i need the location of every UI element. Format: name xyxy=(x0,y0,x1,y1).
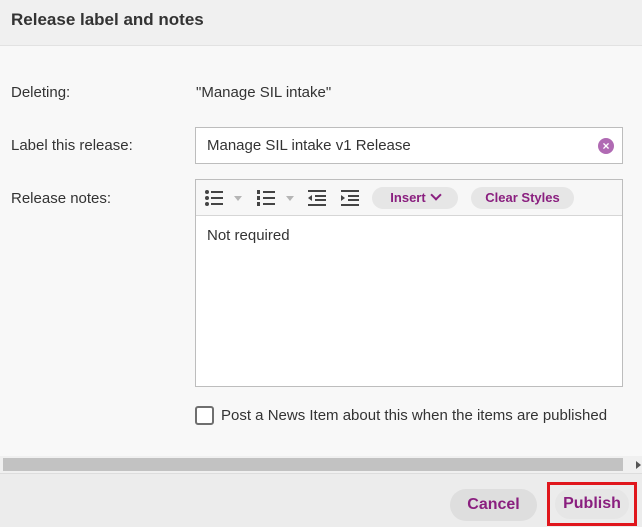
release-dialog: Release label and notes Deleting: "Manag… xyxy=(0,0,642,527)
bullet-list-dropdown-icon[interactable] xyxy=(234,196,242,201)
outdent-icon[interactable] xyxy=(307,189,327,207)
dialog-body: Deleting: "Manage SIL intake" Label this… xyxy=(0,46,642,456)
deleting-label: Deleting: xyxy=(11,84,71,101)
horizontal-scrollbar[interactable] xyxy=(0,456,642,473)
dialog-header: Release label and notes xyxy=(0,0,642,46)
insert-label: Insert xyxy=(390,190,426,205)
clear-styles-button[interactable]: Clear Styles xyxy=(471,187,574,209)
chevron-down-icon xyxy=(430,189,442,201)
clear-input-icon[interactable]: × xyxy=(598,138,614,154)
bullet-list-icon[interactable] xyxy=(204,189,224,207)
editor-content[interactable]: Not required xyxy=(207,227,290,244)
release-label-label: Label this release: xyxy=(11,137,133,154)
release-label-value: Manage SIL intake v1 Release xyxy=(207,137,411,154)
numbered-list-icon[interactable] xyxy=(256,189,276,207)
dialog-title: Release label and notes xyxy=(11,10,204,29)
editor-toolbar: Insert Clear Styles xyxy=(196,180,622,216)
numbered-list-dropdown-icon[interactable] xyxy=(286,196,294,201)
news-item-checkbox[interactable] xyxy=(195,406,214,425)
publish-highlight: Publish xyxy=(547,482,637,526)
release-notes-editor[interactable]: Insert Clear Styles Not required xyxy=(195,179,623,387)
scroll-right-icon[interactable] xyxy=(636,461,641,469)
release-notes-label: Release notes: xyxy=(11,190,112,207)
news-item-label[interactable]: Post a News Item about this when the ite… xyxy=(221,407,607,424)
insert-button[interactable]: Insert xyxy=(372,187,458,209)
cancel-button[interactable]: Cancel xyxy=(450,489,537,521)
scrollbar-thumb[interactable] xyxy=(3,458,623,471)
dialog-footer: Cancel Publish xyxy=(0,473,642,527)
publish-button[interactable]: Publish xyxy=(555,489,629,519)
deleting-value: "Manage SIL intake" xyxy=(196,84,332,101)
release-label-input[interactable]: Manage SIL intake v1 Release × xyxy=(195,127,623,164)
indent-icon[interactable] xyxy=(340,189,360,207)
